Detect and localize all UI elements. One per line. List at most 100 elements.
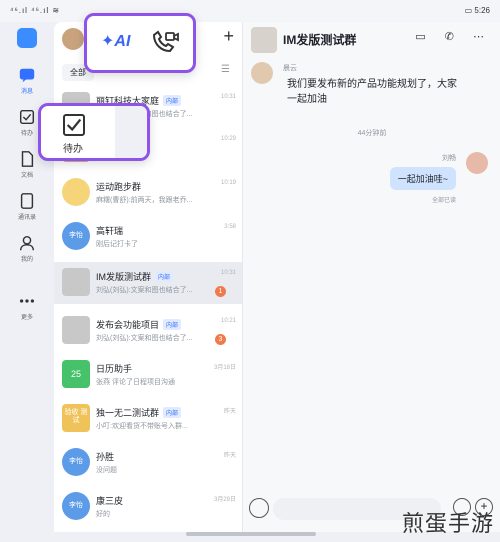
item-name: 独一无二测试群 内部 (96, 406, 182, 419)
rail-label-contacts: 通讯录 (17, 215, 36, 221)
item-name: 高轩瑞 (96, 226, 124, 236)
item-name: IM发版测试群 内部 (96, 270, 174, 283)
todo-label: 待办 (63, 144, 83, 155)
rail-label-messages: 消息 (20, 89, 33, 95)
my-avatar-chat (466, 152, 488, 174)
ai-label: AI (114, 33, 131, 50)
item-name: 运动跑步群 (96, 182, 142, 192)
item-time: 10:29 (220, 136, 236, 142)
read-status: 全部已读 (431, 198, 456, 204)
rail-item-me[interactable]: 我的 (0, 234, 54, 263)
list-item[interactable]: 李怡 孙胜 没问题 昨天 (54, 442, 242, 484)
item-preview: 好的 (96, 511, 110, 518)
chat-toolbar[interactable]: ▭ ✆ ⋯ (415, 30, 492, 43)
message-icon (19, 68, 35, 83)
conversation-list: + 全部 ☰ 丽钉科技大家庭内部 刘弘(刘弘):文案和图也结合了... 10:3… (54, 22, 242, 532)
video-call-icon[interactable] (149, 30, 179, 56)
checkbox-todo-icon[interactable] (63, 114, 85, 136)
sender-avatar (251, 62, 273, 84)
group-avatar (62, 316, 90, 344)
item-time: 10:21 (220, 318, 236, 324)
unread-badge: 1 (215, 286, 226, 297)
internal-tag: 内部 (163, 319, 182, 330)
nav-rail: 消息 待办 文档 通讯录 我的 更多 (0, 22, 54, 542)
item-time: 昨天 (223, 453, 236, 459)
item-preview: 没问题 (96, 467, 117, 474)
user-avatar: 李怡 (62, 222, 90, 250)
app-logo (17, 28, 37, 48)
item-time: 10:31 (220, 270, 236, 276)
contacts-icon (20, 193, 34, 209)
calendar-avatar: 25 (62, 360, 90, 388)
item-time: 3月29日 (213, 497, 236, 503)
add-icon[interactable]: + (223, 26, 234, 47)
list-item[interactable]: 25 日历助手 张燕 评论了日程项目沟通 3月18日 (54, 354, 242, 396)
item-name: 孙胜 (96, 452, 115, 462)
list-item[interactable]: 李怡 高轩瑞 刚后记打卡了 3:58 (54, 216, 242, 258)
more-icon (19, 299, 35, 303)
unread-badge: 3 (215, 334, 226, 345)
rail-label-docs: 文档 (20, 173, 33, 179)
item-name-text: 发布会功能项目 (96, 320, 160, 330)
item-preview: 麻糬(曹舒):前两天，我跟老乔... (96, 197, 193, 204)
list-item[interactable]: 发布会功能项目 内部 刘弘(刘弘):文案和图也结合了... 10:21 3 (54, 310, 242, 352)
item-name: 日历助手 (96, 364, 133, 374)
voice-icon[interactable] (249, 498, 269, 518)
battery-time: ▭ 5:26 (464, 6, 490, 15)
item-preview: 刘弘(刘弘):文案和图也结合了... (96, 287, 193, 294)
ai-button[interactable]: ✦AI (101, 31, 130, 51)
item-time: 3:58 (224, 224, 236, 230)
signal-indicators: ⁴⁶.ıl ⁴⁶.ıl ≋ (10, 6, 61, 15)
todo-highlight: 待办 (38, 103, 150, 161)
watermark: 煎蛋手游 (401, 512, 494, 537)
rail-item-messages[interactable]: 消息 (0, 66, 54, 95)
user-avatar: 李怡 (62, 448, 90, 476)
item-time: 3月18日 (213, 365, 236, 371)
list-item[interactable]: 李怡 康三皮 好的 3月29日 (54, 486, 242, 528)
rail-item-more[interactable]: 更多 (0, 292, 54, 321)
sender-name: 晨云 (283, 65, 297, 72)
rail-label-me: 我的 (20, 257, 33, 263)
group-avatar: 验收 测试 (62, 404, 90, 432)
chat-pane: IM发版测试群 ▭ ✆ ⋯ 晨云 我们要发布新的产品功能规划了，大家一起加油 4… (242, 22, 500, 532)
item-name: 康三皮 (96, 496, 124, 506)
user-avatar: 李怡 (62, 492, 90, 520)
group-avatar (62, 268, 90, 296)
group-avatar (62, 178, 90, 206)
item-preview: 小叮:欢迎看货不带账号入群... (96, 423, 188, 430)
item-time: 10:19 (220, 180, 236, 186)
item-name-text: 独一无二测试群 (96, 408, 160, 418)
todo-icon (19, 109, 35, 125)
chat-title: IM发版测试群 (283, 33, 357, 47)
group-avatar (251, 27, 277, 53)
item-preview: 刚后记打卡了 (96, 241, 138, 248)
popup-side-preview (115, 106, 147, 158)
internal-tag: 内部 (163, 95, 182, 106)
status-bar: ⁴⁶.ıl ⁴⁶.ıl ≋ ▭ 5:26 (0, 0, 500, 22)
ai-call-highlight: ✦AI (84, 13, 196, 73)
list-item[interactable]: 验收 测试 独一无二测试群 内部 小叮:欢迎看货不带账号入群... 昨天 (54, 398, 242, 440)
my-name: 刘畅 (442, 155, 456, 162)
rail-item-contacts[interactable]: 通讯录 (0, 192, 54, 221)
item-time: 昨天 (223, 409, 236, 415)
filter-menu-icon[interactable]: ☰ (221, 64, 230, 75)
item-time: 10:31 (220, 94, 236, 100)
internal-tag: 内部 (155, 271, 174, 282)
home-indicator (186, 532, 316, 536)
item-name-text: IM发版测试群 (96, 272, 151, 282)
item-preview: 张燕 评论了日程项目沟通 (96, 379, 175, 386)
internal-tag: 内部 (163, 407, 182, 418)
rail-label-todo: 待办 (20, 131, 33, 137)
my-message-bubble: 一起加油哇~ (389, 167, 456, 190)
item-name: 发布会功能项目 内部 (96, 318, 182, 331)
time-separator: 44分钟前 (357, 130, 387, 137)
my-avatar[interactable] (62, 28, 84, 50)
message-text: 我们要发布新的产品功能规划了，大家一起加油 (287, 79, 457, 105)
item-preview: 刘弘(刘弘):文案和图也结合了... (96, 335, 193, 342)
list-item[interactable]: 运动跑步群 麻糬(曹舒):前两天，我跟老乔... 10:19 (54, 172, 242, 214)
list-item-selected[interactable]: IM发版测试群 内部 刘弘(刘弘):文案和图也结合了... 10:31 1 (54, 262, 242, 304)
check-icon (66, 118, 82, 132)
rail-label-more: 更多 (20, 315, 33, 321)
user-icon (19, 235, 35, 251)
doc-icon (21, 151, 34, 167)
